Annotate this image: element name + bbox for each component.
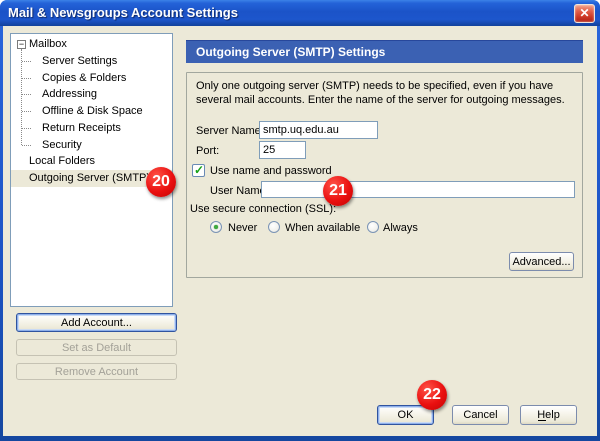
tree-item-offline-disk-space[interactable]: Offline & Disk Space [11, 103, 172, 120]
smtp-description: Only one outgoing server (SMTP) needs to… [196, 79, 580, 107]
annotation-badge-20: 20 [146, 167, 176, 197]
tree-item-label: Offline & Disk Space [42, 105, 143, 117]
close-icon: ✕ [579, 6, 589, 20]
tree-item-label: Mailbox [29, 38, 67, 50]
window-title: Mail & Newsgroups Account Settings [8, 0, 238, 26]
tree-item-security[interactable]: Security [11, 137, 172, 154]
tree-item-server-settings[interactable]: Server Settings [11, 53, 172, 70]
remove-account-button[interactable]: Remove Account [16, 363, 177, 380]
ssl-never-radio[interactable] [210, 221, 222, 233]
ssl-always-label[interactable]: Always [383, 222, 418, 234]
tree-item-local-folders[interactable]: Local Folders [11, 153, 172, 170]
tree-item-mailbox[interactable]: − Mailbox [11, 36, 172, 53]
port-input[interactable] [259, 141, 306, 159]
server-name-input[interactable] [259, 121, 378, 139]
cancel-button[interactable]: Cancel [452, 405, 509, 425]
collapse-icon[interactable]: − [17, 40, 26, 49]
ssl-when-available-label[interactable]: When available [285, 222, 360, 234]
annotation-badge-22: 22 [417, 380, 447, 410]
ssl-label: Use secure connection (SSL): [190, 203, 336, 215]
tree-item-return-receipts[interactable]: Return Receipts [11, 120, 172, 137]
account-tree[interactable]: − Mailbox Server Settings Copies & Folde… [10, 33, 173, 307]
port-label: Port: [196, 145, 219, 157]
mailbox-children: Server Settings Copies & Folders Address… [11, 53, 172, 154]
check-icon: ✓ [193, 163, 205, 177]
tree-item-copies-folders[interactable]: Copies & Folders [11, 70, 172, 87]
tree-item-label: Server Settings [42, 55, 117, 67]
close-button[interactable]: ✕ [574, 4, 595, 23]
use-name-password-label[interactable]: Use name and password [210, 165, 332, 177]
tree-item-label: Return Receipts [42, 122, 121, 134]
tree-root: − Mailbox Server Settings Copies & Folde… [11, 34, 172, 187]
title-bar[interactable]: Mail & Newsgroups Account Settings ✕ [0, 0, 600, 26]
set-as-default-button[interactable]: Set as Default [16, 339, 177, 356]
tree-item-label: Addressing [42, 88, 97, 100]
ssl-when-available-radio[interactable] [268, 221, 280, 233]
help-button[interactable]: Help [520, 405, 577, 425]
ssl-always-radio[interactable] [367, 221, 379, 233]
user-name-label: User Name: [210, 185, 269, 197]
tree-item-label: Outgoing Server (SMTP) [29, 172, 150, 184]
annotation-badge-21: 21 [323, 176, 353, 206]
user-name-input[interactable] [261, 181, 575, 198]
account-settings-dialog: Mail & Newsgroups Account Settings ✕ − M… [0, 0, 600, 441]
panel-header: Outgoing Server (SMTP) Settings [186, 40, 583, 63]
use-name-password-checkbox[interactable]: ✓ [192, 164, 205, 177]
ssl-never-label[interactable]: Never [228, 222, 257, 234]
tree-item-label: Security [42, 139, 82, 151]
advanced-button[interactable]: Advanced... [509, 252, 574, 271]
server-name-label: Server Name: [196, 125, 264, 137]
tree-item-addressing[interactable]: Addressing [11, 86, 172, 103]
add-account-button[interactable]: Add Account... [16, 313, 177, 332]
tree-item-label: Local Folders [29, 155, 95, 167]
tree-item-label: Copies & Folders [42, 72, 126, 84]
